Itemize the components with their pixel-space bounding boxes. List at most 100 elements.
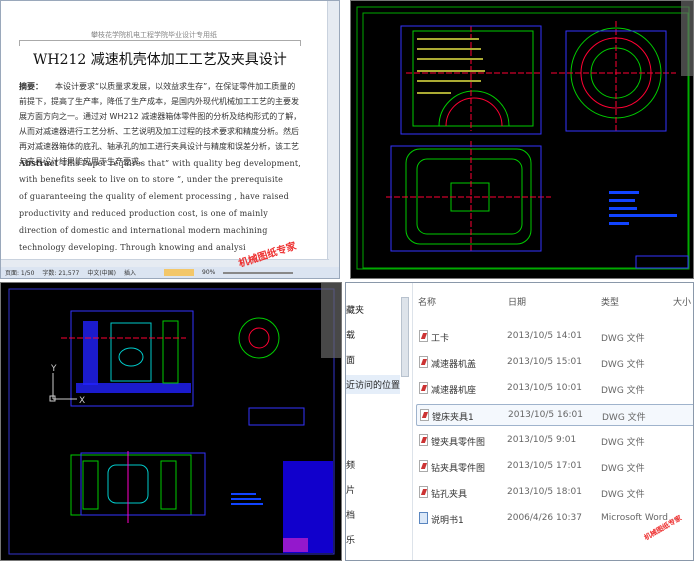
top-view — [386, 141, 551, 252]
drawing-border — [362, 12, 689, 269]
abstract-cn-line: 从而对减速器进行工艺分析、工艺说明及加工过程的技术要求和精度分析。然后 — [19, 126, 301, 137]
dwg-file-icon — [420, 409, 429, 421]
abstract-cn-text: 前提下，提高了生产率，降低了生产成本，是国内外现代机械加工工艺的主要发 — [19, 97, 299, 106]
ucs-icon — [49, 373, 77, 402]
column-header-date[interactable]: 日期 — [508, 295, 526, 308]
page-count[interactable]: 页面: 1/50 — [5, 268, 34, 277]
file-type: DWG 文件 — [601, 464, 645, 474]
insert-mode[interactable]: 插入 — [124, 268, 136, 277]
abstract-cn-line: 摘要： 本设计要求“以质量求发展，以效益求生存”，在保证零件加工质量的 — [19, 81, 301, 92]
view-buttons[interactable] — [164, 269, 195, 276]
cad-canvas[interactable]: Y X — [1, 283, 342, 561]
file-date: 2013/10/5 14:01 — [507, 331, 582, 341]
dwg-file-icon — [419, 356, 428, 368]
dwg-file-icon — [419, 434, 428, 446]
nav-item[interactable]: 近访问的位置 — [346, 375, 400, 394]
word-count[interactable]: 字数: 21,577 — [42, 268, 79, 277]
abstract-cn-text: 再对减速器箱体的底孔、轴承孔的加工进行夹具设计与精度和误差分析，该工艺 — [19, 142, 299, 151]
abstract-en-label: Abstract — [19, 158, 59, 168]
abstract-en-text: technology developing. Through knowing a… — [19, 243, 246, 252]
column-header-size[interactable]: 大小 — [673, 295, 691, 308]
file-date: 2006/4/26 10:37 — [507, 513, 582, 523]
file-date: 2013/10/5 18:01 — [507, 487, 582, 497]
nav-item[interactable]: 频 — [346, 458, 355, 471]
file-type: DWG 文件 — [601, 490, 645, 500]
file-row[interactable]: 减速器机座 2013/10/5 10:01 DWG 文件 — [416, 378, 693, 400]
abstract-en-text: direction of domestic and international … — [19, 226, 268, 235]
header-line — [19, 40, 301, 46]
abstract-en-text: with benefits seek to live on to store ”… — [19, 175, 284, 184]
pane-divider[interactable] — [412, 283, 413, 560]
file-row[interactable]: 钻孔夹具 2013/10/5 18:01 DWG 文件 — [416, 482, 693, 504]
fixture-front-view — [61, 310, 194, 407]
file-row[interactable]: 镗夹具零件图 2013/10/5 9:01 DWG 文件 — [416, 430, 693, 452]
file-name: 钻夹具零件图 — [431, 464, 486, 474]
language[interactable]: 中文(中国) — [87, 268, 116, 277]
fixture-top-view — [70, 451, 206, 523]
file-date: 2013/10/5 10:01 — [507, 383, 582, 393]
nav-item[interactable]: 档 — [346, 508, 355, 521]
front-view — [400, 25, 542, 135]
word-file-icon — [419, 512, 428, 524]
file-row[interactable]: 钻夹具零件图 2013/10/5 17:01 DWG 文件 — [416, 456, 693, 478]
file-row[interactable]: 减速器机盖 2013/10/5 15:01 DWG 文件 — [416, 352, 693, 374]
nav-item[interactable]: 藏夹 — [346, 303, 364, 316]
file-row[interactable]: 镗床夹具1 2013/10/5 16:01 DWG 文件 — [416, 404, 693, 426]
file-date: 2013/10/5 17:01 — [507, 461, 582, 471]
abstract-cn-line: 前提下，提高了生产率，降低了生产成本，是国内外现代机械加工工艺的主要发 — [19, 96, 301, 107]
file-date: 2013/10/5 9:01 — [507, 435, 577, 445]
nav-item[interactable]: 面 — [346, 353, 355, 366]
abstract-en-line: with benefits seek to live on to store ”… — [19, 175, 301, 184]
zoom-level[interactable]: 90% — [202, 269, 215, 276]
dwg-file-icon — [419, 330, 428, 342]
abstract-en-line: direction of domestic and international … — [19, 226, 301, 235]
title-block — [635, 255, 689, 269]
title-block — [283, 538, 308, 552]
file-name: 说明书1 — [431, 516, 464, 526]
file-name: 减速器机盖 — [431, 360, 477, 370]
abstract-cn-line: 再对减速器箱体的底孔、轴承孔的加工进行夹具设计与精度和误差分析，该工艺 — [19, 141, 301, 152]
column-header-name[interactable]: 名称 — [418, 295, 436, 308]
file-type: DWG 文件 — [602, 413, 646, 423]
nav-item[interactable]: 片 — [346, 483, 355, 496]
file-type: DWG 文件 — [601, 438, 645, 448]
abstract-en-line: Abstract This Paper requires that” with q… — [19, 158, 301, 168]
abstract-cn-label: 摘要： — [19, 82, 43, 91]
file-date: 2013/10/5 15:01 — [507, 357, 582, 367]
column-header-type[interactable]: 类型 — [601, 295, 619, 308]
cad-toolbar — [321, 283, 341, 358]
file-explorer-window: 藏夹载面近访问的位置频片档乐 名称 日期 类型 大小 工卡 2013/10/5 1… — [345, 282, 694, 561]
document-title: WH212 减速机壳体加工工艺及夹具设计 — [33, 52, 287, 68]
file-row[interactable]: 说明书1 2006/4/26 10:37 Microsoft Word ... — [416, 508, 693, 530]
ucs-x-label: X — [79, 396, 85, 406]
cad-drawing-housing[interactable] — [350, 0, 694, 279]
ucs-y-label: Y — [50, 364, 57, 374]
nav-item[interactable]: 乐 — [346, 533, 355, 546]
cad-canvas[interactable] — [351, 1, 694, 279]
abstract-en-text: productivity and reduced production cost… — [19, 209, 268, 218]
status-bar: 页面: 1/50 字数: 21,577 中文(中国) 插入 90% — [1, 267, 339, 278]
file-name: 镗夹具零件图 — [431, 438, 486, 448]
cad-toolbar — [681, 1, 693, 76]
abstract-en-text: of guaranteeing the quality of element p… — [19, 192, 289, 201]
page-header: 攀枝花学院机电工程学院毕业设计专用纸 — [91, 31, 217, 39]
abstract-cn-text: 从而对减速器进行工艺分析、工艺说明及加工过程的技术要求和精度分析。然后 — [19, 127, 299, 136]
nav-scrollbar[interactable] — [401, 297, 409, 377]
abstract-cn-text: 展方面方向之一。通过对 WH212 减速器箱体零件图的分析及结构形式的了解， — [19, 112, 301, 121]
abstract-en-text: This Paper requires that” with quality b… — [61, 159, 301, 168]
detail-view — [238, 317, 305, 426]
dwg-file-icon — [419, 460, 428, 472]
file-row[interactable]: 工卡 2013/10/5 14:01 DWG 文件 — [416, 326, 693, 348]
vertical-scrollbar[interactable] — [327, 1, 339, 269]
file-name: 钻孔夹具 — [431, 490, 468, 500]
nav-item[interactable]: 载 — [346, 328, 355, 341]
zoom-slider[interactable] — [223, 271, 294, 274]
file-name: 镗床夹具1 — [432, 413, 474, 423]
file-name: 工卡 — [431, 334, 450, 344]
file-type: DWG 文件 — [601, 334, 645, 344]
abstract-en-line: productivity and reduced production cost… — [19, 209, 301, 218]
cad-drawing-fixture[interactable]: Y X — [0, 282, 342, 561]
file-type: DWG 文件 — [601, 386, 645, 396]
abstract-cn-line: 展方面方向之一。通过对 WH212 减速器箱体零件图的分析及结构形式的了解， — [19, 111, 301, 122]
abstract-en-line: of guaranteeing the quality of element p… — [19, 192, 301, 201]
